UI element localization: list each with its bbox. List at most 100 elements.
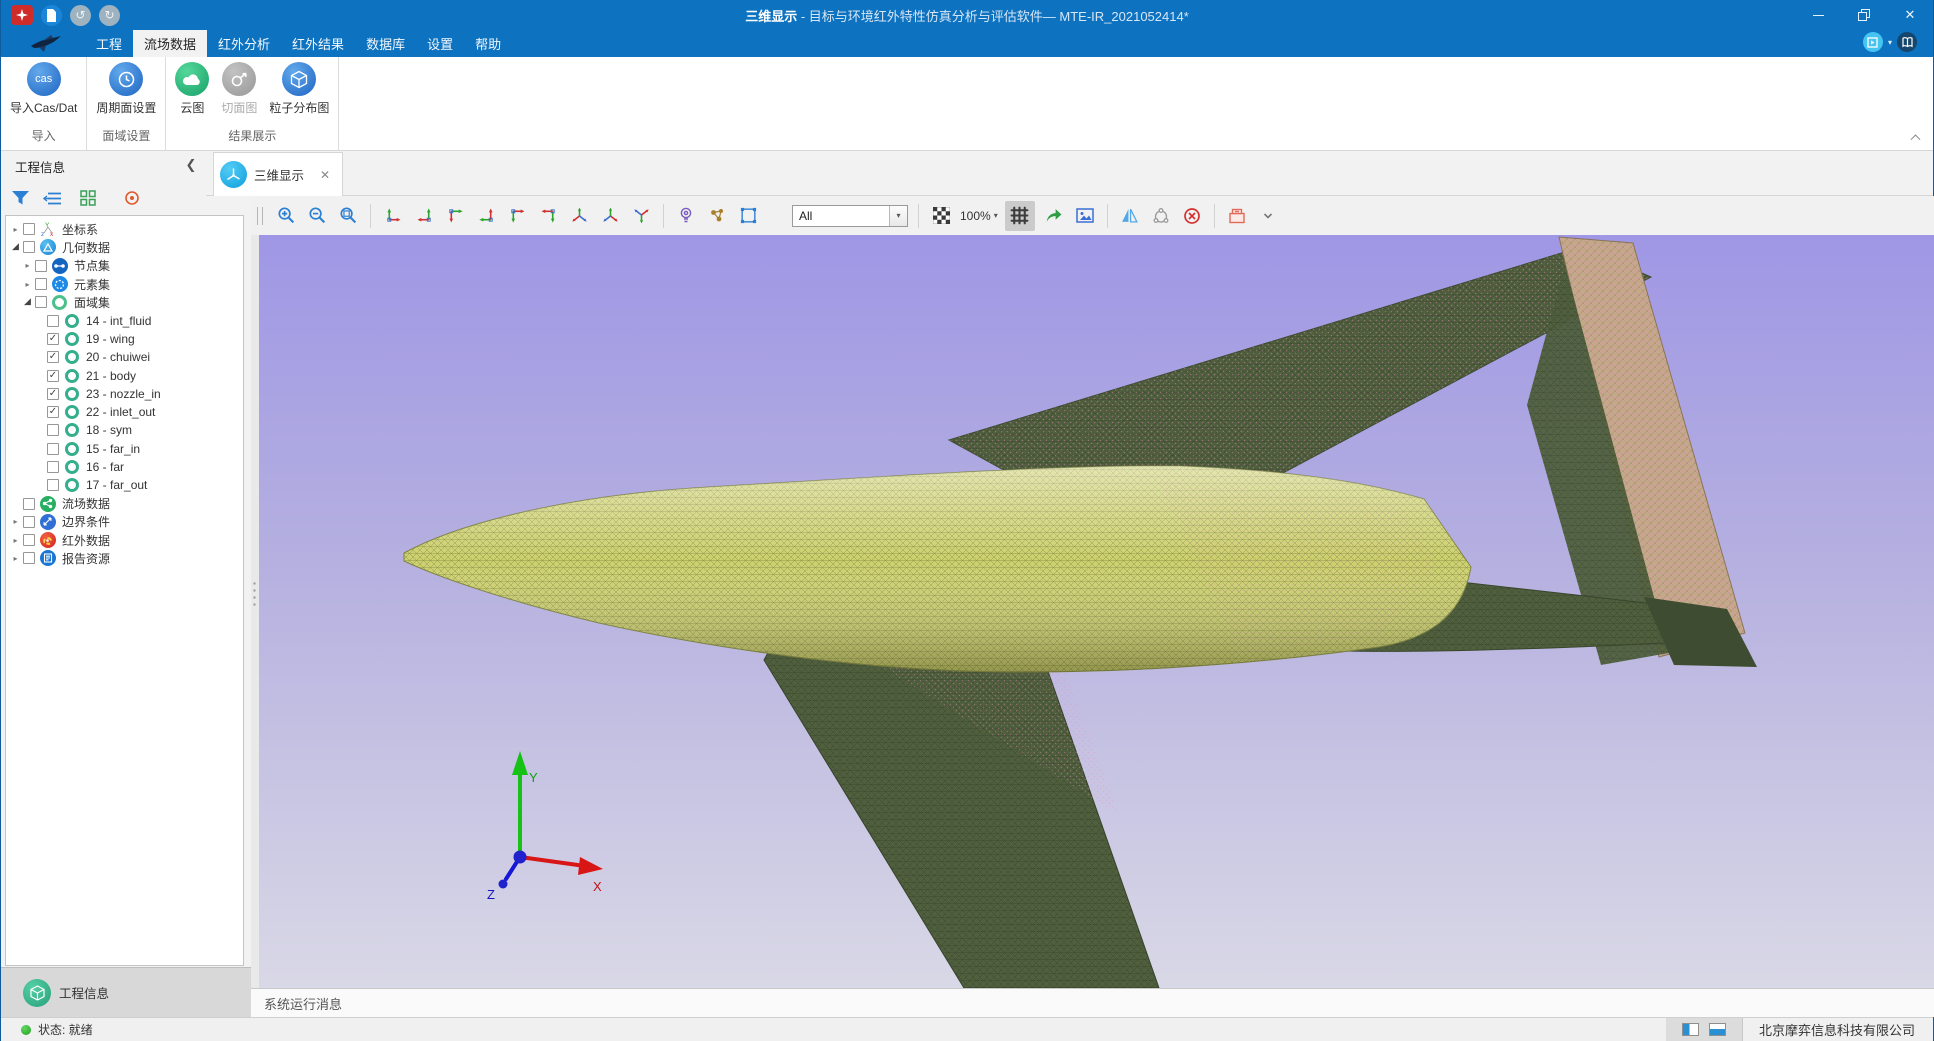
ribbon-button[interactable]: 周期面设置 (91, 62, 161, 116)
save-view-icon[interactable] (1225, 204, 1249, 228)
locate-icon[interactable] (121, 187, 143, 209)
tree-checkbox[interactable] (23, 498, 35, 510)
tree-item[interactable]: ✓20 - chuiwei (6, 348, 243, 366)
tree-expander-icon[interactable]: ▸ (9, 517, 22, 526)
view-front-icon[interactable] (381, 204, 405, 228)
redo-icon[interactable]: ↻ (99, 5, 120, 26)
smooth-shade-icon[interactable] (1149, 204, 1173, 228)
view-back-icon[interactable] (412, 204, 436, 228)
tree-item[interactable]: 15 - far_in (6, 440, 243, 458)
probe-light-icon[interactable] (674, 204, 698, 228)
grid-view-icon[interactable] (77, 187, 99, 209)
view-iso2-icon[interactable] (598, 204, 622, 228)
tree-item[interactable]: ◢面域集 (6, 293, 243, 311)
tree-item[interactable]: ▸边界条件 (6, 513, 243, 531)
menu-item[interactable]: 红外分析 (207, 30, 281, 57)
mesh-grid-icon[interactable] (1005, 201, 1035, 231)
tree-checkbox[interactable] (23, 516, 35, 528)
tree-expander-icon[interactable]: ▸ (21, 261, 34, 270)
region-select-combo[interactable]: All▾ (792, 205, 908, 227)
tree-item[interactable]: ▸元素集 (6, 275, 243, 293)
undo-icon[interactable]: ↺ (70, 5, 91, 26)
chevron-down-icon[interactable]: ▾ (1888, 38, 1892, 47)
tree-checkbox[interactable] (35, 260, 47, 272)
tree-item[interactable]: ◢几何数据 (6, 238, 243, 256)
mirror-icon[interactable] (1118, 204, 1142, 228)
tab-3d-view[interactable]: 三维显示 ✕ (213, 152, 343, 196)
restore-icon[interactable] (1841, 0, 1887, 30)
view-iso1-icon[interactable] (567, 204, 591, 228)
panel-footer-tab[interactable]: 工程信息 (1, 967, 251, 1017)
tree-item[interactable]: 流场数据 (6, 494, 243, 512)
checker-transparency-icon[interactable] (929, 204, 953, 228)
app-logo-icon[interactable] (11, 5, 33, 25)
tree-expander-icon[interactable]: ◢ (9, 242, 22, 252)
tree-item[interactable]: 18 - sym (6, 421, 243, 439)
collapse-ribbon-icon[interactable] (1912, 133, 1921, 142)
tree-checkbox[interactable] (47, 461, 59, 473)
export-arrow-icon[interactable] (1042, 204, 1066, 228)
tree-checkbox[interactable] (23, 552, 35, 564)
view-iso3-icon[interactable] (629, 204, 653, 228)
tree-item[interactable]: ✓21 - body (6, 366, 243, 384)
zoom-in-icon[interactable] (274, 204, 298, 228)
box-select-icon[interactable] (736, 204, 760, 228)
menu-item[interactable]: 红外结果 (281, 30, 355, 57)
tree-checkbox[interactable] (23, 534, 35, 546)
tree-checkbox[interactable] (23, 241, 35, 253)
layout-bottom-icon[interactable] (1709, 1023, 1726, 1036)
tree-checkbox[interactable]: ✓ (47, 388, 59, 400)
menu-item[interactable]: 帮助 (464, 30, 512, 57)
tab-close-icon[interactable]: ✕ (320, 168, 330, 182)
screen-toggle-icon[interactable] (1863, 32, 1883, 52)
menu-item[interactable]: 流场数据 (133, 30, 207, 57)
new-file-icon[interactable] (41, 5, 62, 26)
tree-expander-icon[interactable]: ▸ (21, 280, 34, 289)
tree-checkbox[interactable] (47, 479, 59, 491)
particles-icon[interactable] (705, 204, 729, 228)
tree-checkbox[interactable] (35, 296, 47, 308)
zoom-out-icon[interactable] (305, 204, 329, 228)
menu-item[interactable]: 设置 (416, 30, 464, 57)
ribbon-button[interactable]: 粒子分布图 (264, 62, 334, 116)
menu-item[interactable]: 工程 (85, 30, 133, 57)
manual-icon[interactable] (1897, 32, 1917, 52)
zoom-level-dropdown[interactable]: 100%▾ (960, 209, 998, 223)
tree-checkbox[interactable]: ✓ (47, 370, 59, 382)
tree-checkbox[interactable] (47, 315, 59, 327)
view-bottom-icon[interactable] (536, 204, 560, 228)
more-chevron-icon[interactable] (1256, 204, 1280, 228)
minimize-icon[interactable] (1795, 0, 1841, 30)
toolbar-drag-handle[interactable] (257, 207, 263, 225)
tree-checkbox[interactable] (47, 424, 59, 436)
splitter-handle[interactable] (252, 580, 257, 610)
menu-item[interactable]: 数据库 (355, 30, 416, 57)
tree-item[interactable]: 14 - int_fluid (6, 311, 243, 329)
tree-checkbox[interactable]: ✓ (47, 333, 59, 345)
tree-expander-icon[interactable]: ▸ (9, 225, 22, 234)
tree-item[interactable]: ▸红外数据 (6, 531, 243, 549)
tree-item[interactable]: 17 - far_out (6, 476, 243, 494)
combo-dropdown-icon[interactable]: ▾ (889, 206, 907, 226)
tree-expander-icon[interactable]: ▸ (9, 536, 22, 545)
3d-viewport[interactable]: Y X Z (251, 235, 1934, 988)
tree-item[interactable]: 16 - far (6, 458, 243, 476)
tree-expander-icon[interactable]: ▸ (9, 554, 22, 563)
view-top-icon[interactable] (505, 204, 529, 228)
close-icon[interactable]: ✕ (1887, 0, 1933, 30)
tree-checkbox[interactable] (23, 223, 35, 235)
view-left-icon[interactable] (443, 204, 467, 228)
tree-item[interactable]: ✓23 - nozzle_in (6, 385, 243, 403)
filter-funnel-icon[interactable] (9, 187, 31, 209)
layout-split-icon[interactable] (1682, 1023, 1699, 1036)
tree-expander-icon[interactable]: ◢ (21, 297, 34, 307)
tree-item[interactable]: ✓22 - inlet_out (6, 403, 243, 421)
tree-item[interactable]: ▸报告资源 (6, 549, 243, 567)
view-right-icon[interactable] (474, 204, 498, 228)
filter-list-icon[interactable] (41, 187, 63, 209)
ribbon-button[interactable]: 云图 (170, 62, 214, 116)
tree-item[interactable]: ▸Yzx坐标系 (6, 220, 243, 238)
zoom-window-icon[interactable] (336, 204, 360, 228)
tree-checkbox[interactable] (47, 443, 59, 455)
panel-collapse-icon[interactable]: ❮ (181, 155, 201, 175)
